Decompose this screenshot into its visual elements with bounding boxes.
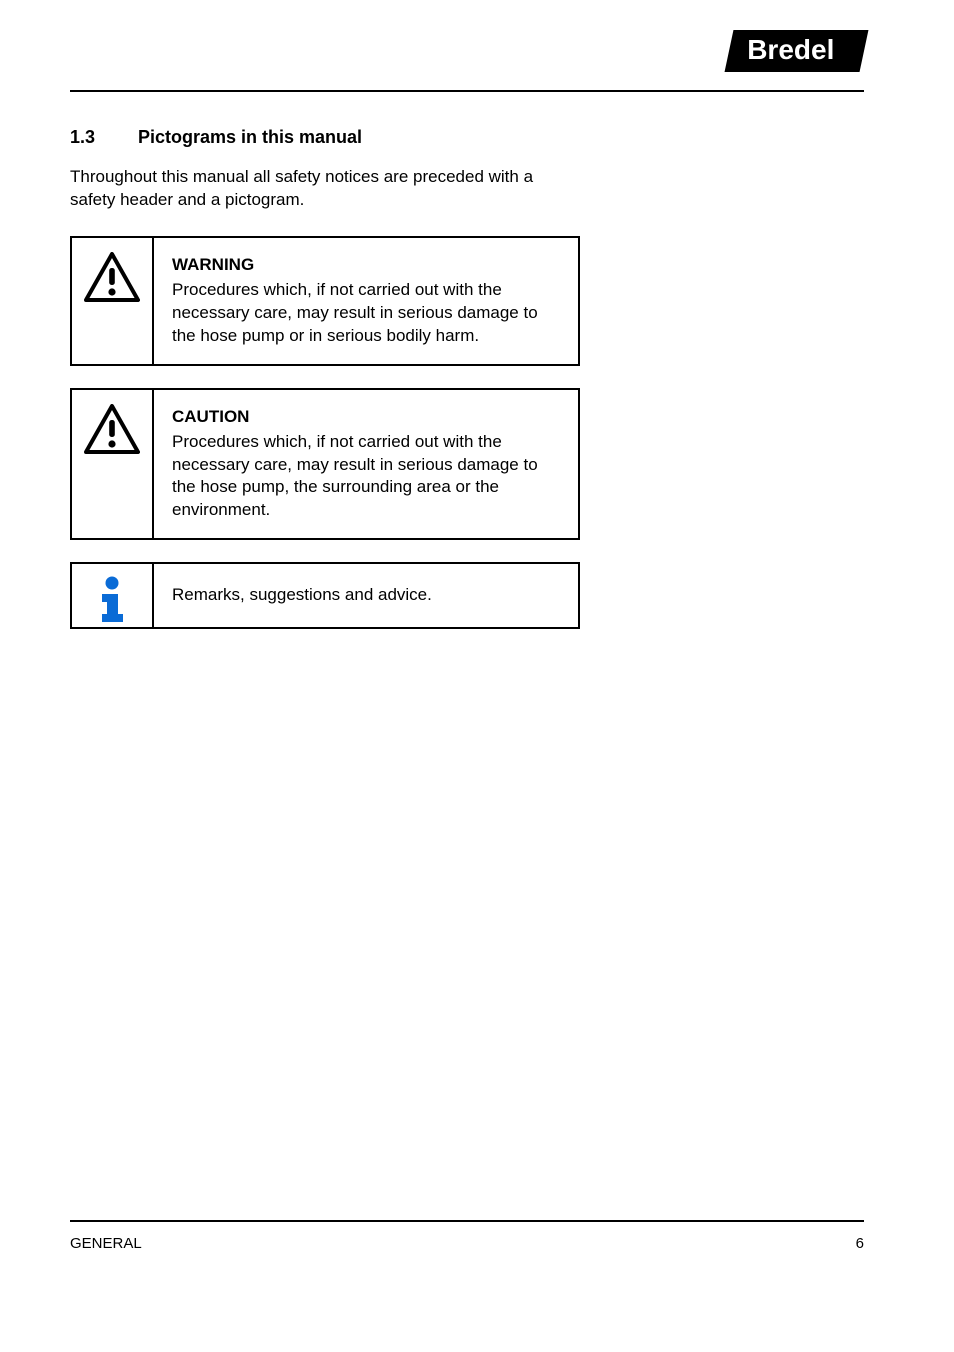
- section-heading: 1.3Pictograms in this manual: [70, 127, 864, 148]
- callout-heading: CAUTION: [172, 406, 560, 429]
- intro-paragraph: Throughout this manual all safety notice…: [70, 166, 580, 212]
- warning-icon: [84, 404, 140, 454]
- callout-icon-cell: [70, 388, 154, 541]
- callout-heading: WARNING: [172, 254, 560, 277]
- callout-info: Remarks, suggestions and advice.: [70, 562, 580, 629]
- footer-left: GENERAL: [70, 1235, 142, 1252]
- callout-icon-cell: [70, 236, 154, 366]
- callout-text: CAUTION Procedures which, if not carried…: [154, 388, 580, 541]
- footer-divider: [70, 1220, 864, 1222]
- brand-logo: Bredel: [724, 30, 868, 72]
- callout-text: Remarks, suggestions and advice.: [154, 562, 580, 629]
- callout-caution: CAUTION Procedures which, if not carried…: [70, 388, 580, 541]
- content-area: 1.3Pictograms in this manual Throughout …: [70, 92, 864, 629]
- footer: GENERAL 6: [70, 1235, 864, 1252]
- brand-text: Bredel: [747, 34, 834, 66]
- footer-page-number: 6: [856, 1235, 864, 1252]
- section-number: 1.3: [70, 127, 138, 148]
- callout-body: Procedures which, if not carried out wit…: [172, 280, 538, 345]
- warning-icon: [84, 252, 140, 302]
- callout-icon-cell: [70, 562, 154, 629]
- callout-body: Remarks, suggestions and advice.: [172, 585, 432, 604]
- info-icon: [96, 576, 128, 624]
- callout-body: Procedures which, if not carried out wit…: [172, 432, 538, 520]
- callout-warning: WARNING Procedures which, if not carried…: [70, 236, 580, 366]
- header: Bredel: [70, 30, 864, 92]
- section-title: Pictograms in this manual: [138, 127, 362, 147]
- callout-text: WARNING Procedures which, if not carried…: [154, 236, 580, 366]
